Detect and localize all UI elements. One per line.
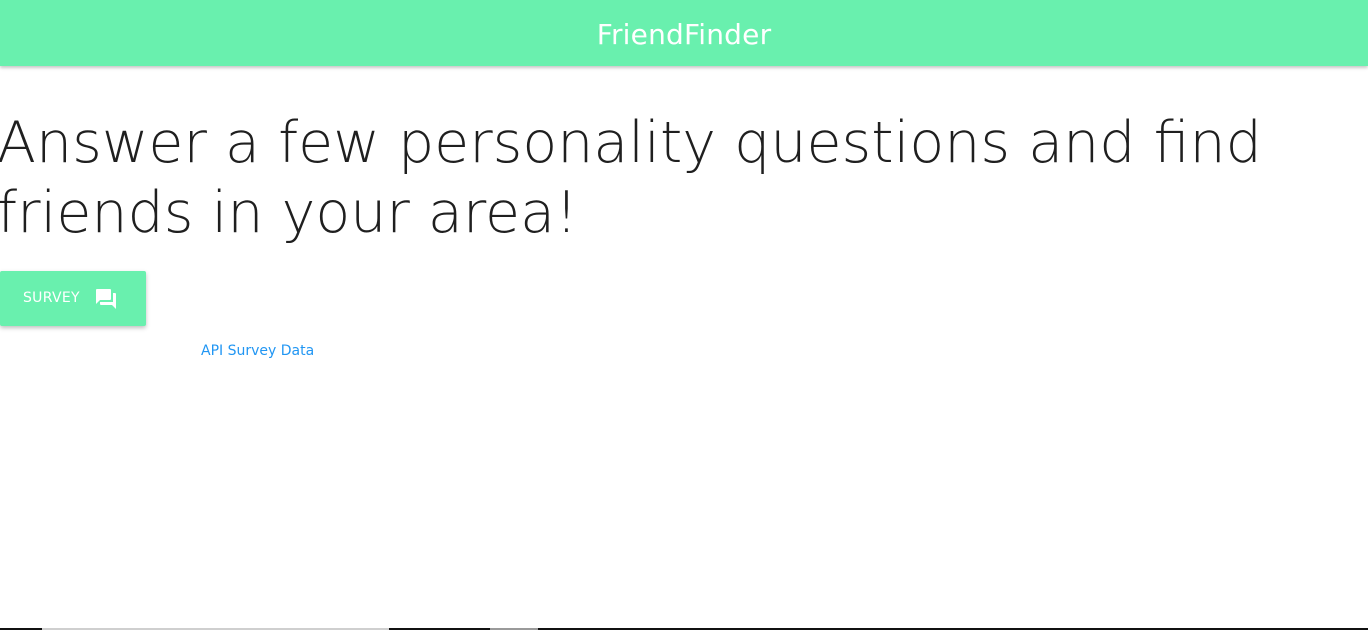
api-survey-data-link[interactable]: API Survey Data bbox=[201, 343, 314, 359]
survey-button-label: SURVEY bbox=[23, 290, 80, 306]
page-headline: Answer a few personality questions and f… bbox=[0, 110, 1262, 246]
brand-logo[interactable]: FriendFinder bbox=[597, 0, 772, 70]
top-navbar: FriendFinder bbox=[0, 0, 1368, 66]
survey-button[interactable]: SURVEY bbox=[0, 271, 146, 326]
forum-icon bbox=[96, 289, 116, 309]
